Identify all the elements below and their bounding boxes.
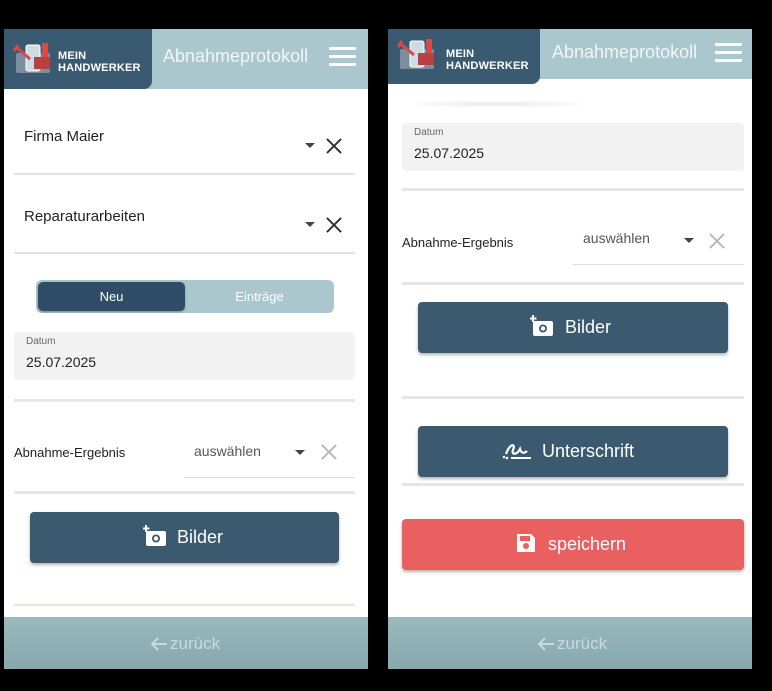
divider bbox=[402, 282, 744, 285]
signature-button-label: Unterschrift bbox=[542, 441, 635, 461]
result-select[interactable]: auswählen bbox=[184, 438, 354, 478]
date-field[interactable]: Datum 25.07.2025 bbox=[402, 123, 744, 171]
back-link[interactable]: zurück bbox=[170, 634, 220, 654]
close-icon[interactable] bbox=[326, 138, 342, 154]
logo[interactable]: MEIN HANDWERKER bbox=[388, 29, 540, 84]
chevron-down-icon[interactable] bbox=[295, 450, 305, 455]
company-value: Firma Maier bbox=[24, 128, 105, 145]
result-value: auswählen bbox=[194, 443, 261, 459]
result-value: auswählen bbox=[583, 230, 650, 246]
save-button[interactable]: speichern bbox=[402, 519, 744, 570]
segment-toggle: Neu Einträge bbox=[36, 280, 334, 313]
arrow-left-icon[interactable] bbox=[151, 637, 167, 651]
save-icon bbox=[517, 534, 535, 552]
divider bbox=[14, 491, 355, 494]
tab-eintraege[interactable]: Einträge bbox=[187, 282, 332, 311]
add-photo-icon bbox=[530, 315, 553, 336]
chevron-down-icon[interactable] bbox=[305, 143, 315, 148]
logo-text-line1: MEIN bbox=[446, 48, 475, 60]
signature-button[interactable]: Unterschrift bbox=[418, 426, 728, 477]
date-value: 25.07.2025 bbox=[414, 145, 485, 161]
logo-text-line1: MEIN bbox=[58, 50, 87, 62]
chevron-down-icon[interactable] bbox=[305, 222, 315, 227]
logo-text-line2: HANDWERKER bbox=[58, 62, 141, 74]
close-icon[interactable] bbox=[321, 444, 337, 460]
phone-screen-left: MEIN HANDWERKER Abnahmeprotokoll Firma M… bbox=[4, 29, 368, 669]
logo[interactable]: MEIN HANDWERKER bbox=[4, 29, 152, 89]
chevron-down-icon[interactable] bbox=[684, 238, 694, 243]
page-title: Abnahmeprotokoll bbox=[552, 42, 698, 62]
close-icon[interactable] bbox=[709, 233, 725, 249]
menu-icon[interactable] bbox=[329, 47, 356, 67]
tab-neu[interactable]: Neu bbox=[38, 282, 185, 311]
page-title: Abnahmeprotokoll bbox=[163, 46, 309, 66]
app-header: MEIN HANDWERKER Abnahmeprotokoll bbox=[388, 29, 752, 84]
save-button-label: speichern bbox=[548, 534, 627, 554]
divider bbox=[402, 396, 744, 399]
divider bbox=[402, 188, 744, 191]
category-select[interactable]: Reparaturarbeiten bbox=[14, 199, 355, 254]
app-header: MEIN HANDWERKER Abnahmeprotokoll bbox=[4, 29, 368, 89]
divider bbox=[402, 483, 744, 486]
divider bbox=[14, 399, 355, 402]
signature-icon bbox=[502, 444, 531, 460]
toolbox-icon bbox=[396, 39, 434, 69]
divider bbox=[14, 604, 355, 606]
result-label: Abnahme-Ergebnis bbox=[14, 445, 126, 460]
back-link[interactable]: zurück bbox=[557, 634, 607, 654]
pictures-button[interactable]: Bilder bbox=[30, 512, 339, 563]
pictures-button-label: Bilder bbox=[177, 527, 224, 547]
menu-icon[interactable] bbox=[715, 43, 742, 63]
footer-bar: zurück bbox=[4, 617, 368, 669]
date-value: 25.07.2025 bbox=[26, 354, 97, 370]
company-select[interactable]: Firma Maier bbox=[14, 119, 355, 175]
date-label: Datum bbox=[414, 127, 444, 138]
footer-bar: zurück bbox=[388, 617, 752, 669]
date-label: Datum bbox=[26, 336, 56, 347]
close-icon[interactable] bbox=[326, 217, 342, 233]
category-value: Reparaturarbeiten bbox=[24, 208, 145, 225]
pictures-button-label: Bilder bbox=[565, 317, 612, 337]
scroll-shadow bbox=[418, 101, 578, 107]
logo-text-line2: HANDWERKER bbox=[446, 60, 529, 72]
pictures-button[interactable]: Bilder bbox=[418, 302, 728, 353]
date-field[interactable]: Datum 25.07.2025 bbox=[14, 332, 355, 380]
arrow-left-icon[interactable] bbox=[538, 637, 554, 651]
phone-screen-right: MEIN HANDWERKER Abnahmeprotokoll Datum 2… bbox=[388, 29, 752, 669]
toolbox-icon bbox=[12, 43, 50, 73]
add-photo-icon bbox=[143, 525, 166, 546]
result-select[interactable]: auswählen bbox=[573, 225, 744, 265]
result-label: Abnahme-Ergebnis bbox=[402, 235, 514, 250]
